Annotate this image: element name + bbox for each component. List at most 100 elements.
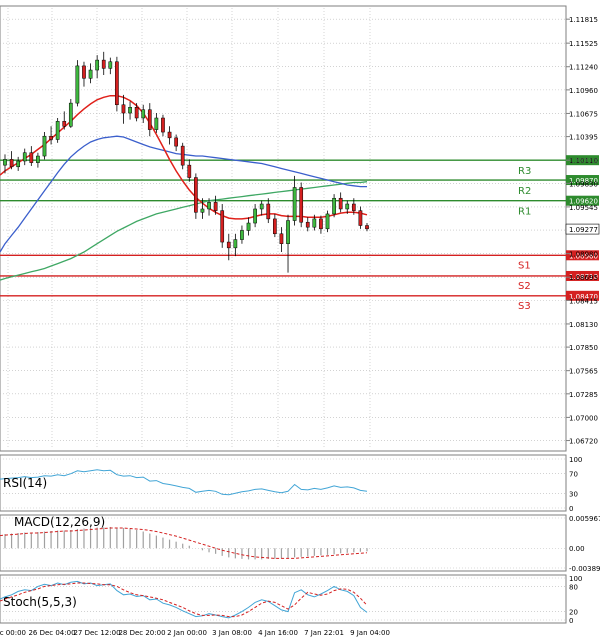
candle-body (259, 203, 264, 210)
stoch-label: Stoch(5,5,3) (3, 595, 77, 609)
candle-body (141, 109, 146, 119)
y-tick-label: 1.07850 (569, 344, 598, 352)
candle-body (351, 203, 356, 211)
rsi-panel: 100 70 30 0 RSI(14) (0, 454, 582, 513)
y-tick-label: 70 (569, 471, 578, 479)
candle-body (200, 208, 205, 213)
y-tick-label: 30 (569, 490, 578, 498)
y-tick-label: 1.07565 (569, 368, 598, 376)
x-tick-label: 28 Dec 20:00 (118, 629, 165, 637)
y-tick-label: 0.005967 (569, 515, 600, 523)
rsi-y-axis: 100 70 30 0 (569, 456, 582, 513)
y-tick-label: 1.09830 (569, 180, 598, 188)
candle-body (226, 241, 231, 249)
candle-body (319, 218, 323, 230)
y-tick-label: 1.07285 (569, 391, 598, 399)
candle-body (154, 117, 159, 130)
candle-body (273, 218, 277, 235)
candle-body (240, 230, 244, 240)
candle-body (121, 104, 126, 114)
candle-body (325, 213, 330, 230)
candle-body (95, 59, 99, 71)
y-tick-label: 100 (569, 456, 582, 464)
level-name-s2: S2 (518, 281, 531, 292)
x-tick-label: 26 Dec 04:00 (28, 629, 75, 637)
candle-body (220, 210, 225, 243)
x-tick-label: 4 Jan 16:00 (258, 629, 298, 637)
candle-body (207, 202, 211, 210)
y-tick-label: 1.08130 (569, 321, 598, 329)
y-tick-label: 1.06720 (569, 438, 598, 446)
candle-body (345, 203, 350, 210)
candle-body (16, 160, 21, 168)
candle-body (161, 117, 165, 133)
candle-body (253, 208, 257, 224)
level-name-s3: S3 (518, 301, 531, 312)
y-tick-label: 0.00 (569, 545, 585, 553)
candle-body (147, 109, 152, 130)
candle-body (233, 239, 238, 249)
candle-body (82, 65, 86, 79)
chart: R31.10110R21.09870R11.09620S11.08960S21.… (0, 5, 600, 637)
y-tick-label: 0 (569, 505, 573, 513)
last-price-label: 1.09277 (569, 226, 598, 234)
x-tick-label: Dec 00:00 (0, 629, 26, 637)
candle-body (180, 145, 185, 166)
y-tick-label: 1.10110 (569, 157, 598, 165)
candle-body (62, 121, 67, 127)
y-tick-label: -0.003896 (569, 565, 600, 573)
level-name-r2: R2 (518, 186, 531, 197)
candle-body (312, 218, 317, 228)
candle-body (292, 187, 297, 221)
macd-label: MACD(12,26,9) (14, 515, 105, 529)
candle-body (279, 233, 284, 244)
x-tick-label: 9 Jan 04:00 (350, 629, 390, 637)
x-tick-label: 27 Dec 12:00 (73, 629, 120, 637)
candle-body (115, 61, 119, 106)
candle-body (332, 197, 336, 215)
level-name-r3: R3 (518, 166, 531, 177)
y-tick-label: 80 (569, 583, 578, 591)
y-tick-label: 1.10675 (569, 110, 598, 118)
stoch-panel: 10080 200 Stoch(5,5,3) (0, 574, 582, 625)
candle-body (286, 220, 290, 244)
candle-body (55, 121, 60, 140)
y-tick-label: 1.11240 (569, 64, 598, 72)
candle-body (75, 65, 80, 104)
y-tick-label: 100 (569, 575, 582, 583)
y-tick-label: 1.08695 (569, 274, 598, 282)
candle-body (88, 69, 93, 79)
candle-body (194, 177, 198, 213)
y-tick-label: 1.10960 (569, 87, 598, 95)
x-tick-label: 3 Jan 08:00 (212, 629, 252, 637)
level-name-s1: S1 (518, 260, 531, 271)
y-tick-label: 1.09545 (569, 204, 598, 212)
candle-body (128, 106, 132, 114)
candle-body (108, 61, 113, 69)
rsi-label: RSI(14) (3, 476, 47, 490)
y-tick-label: 1.11525 (569, 40, 598, 48)
x-tick-label: 2 Jan 00:00 (167, 629, 207, 637)
stoch-y-axis: 10080 200 (569, 575, 582, 625)
candle-body (213, 202, 218, 211)
candle-body (305, 221, 310, 228)
candle-body (134, 106, 139, 119)
candle-body (22, 152, 27, 162)
candle-body (266, 203, 271, 220)
y-tick-label: 1.10395 (569, 134, 598, 142)
candle-body (246, 222, 251, 231)
candle-body (3, 159, 7, 166)
candle-body (365, 225, 369, 230)
x-axis: Dec 00:0026 Dec 04:0027 Dec 12:0028 Dec … (0, 629, 390, 637)
candle-body (101, 59, 106, 69)
y-tick-label: 1.11815 (569, 16, 598, 24)
y-tick-label: 1.07000 (569, 414, 598, 422)
candle-body (174, 137, 178, 147)
candle-body (36, 155, 40, 163)
macd-y-axis: 0.005967 0.00 -0.003896 (569, 515, 600, 573)
candle-body (9, 159, 14, 168)
candle-body (49, 135, 53, 140)
candle-body (338, 197, 343, 210)
y-tick-label: 1.08415 (569, 297, 598, 305)
candle-body (358, 210, 363, 226)
